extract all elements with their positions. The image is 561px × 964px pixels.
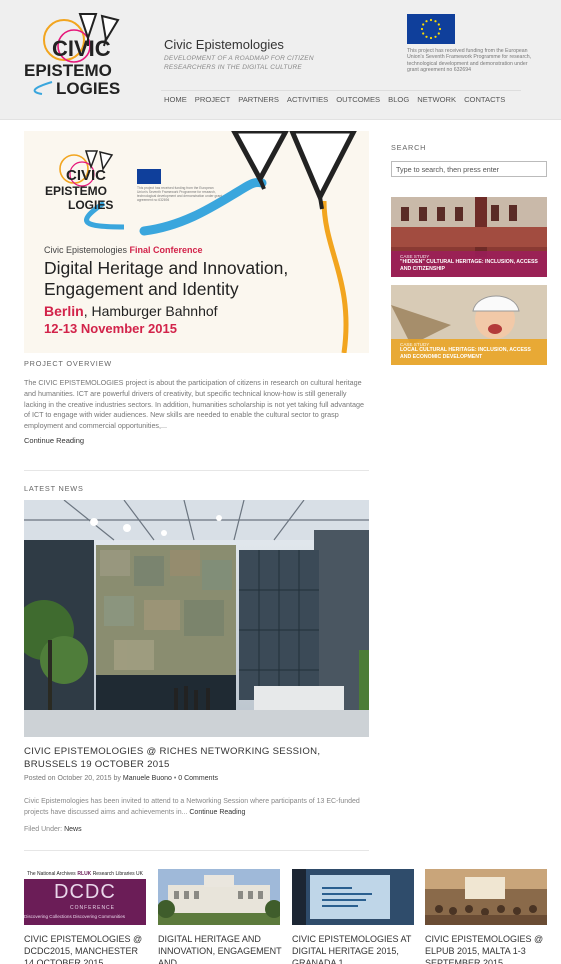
overview-heading: PROJECT OVERVIEW <box>24 359 112 368</box>
overview-continue-link[interactable]: Continue Reading <box>24 436 84 445</box>
grid-thumb-digital-heritage[interactable] <box>158 869 280 925</box>
conference-banner[interactable]: CIVIC EPISTEMO LOGIES This project has r… <box>24 131 369 353</box>
case-study-hidden-heritage[interactable]: CASE STUDY "HIDDEN" CULTURAL HERITAGE: I… <box>391 197 547 277</box>
grid-title-elpub[interactable]: CIVIC EPISTEMOLOGIES @ ELPUB 2015, MALTA… <box>425 934 549 964</box>
nav-home[interactable]: HOME <box>161 95 191 104</box>
presentation-photo <box>292 869 414 925</box>
latest-news-heading: LATEST NEWS <box>24 484 84 493</box>
svg-text:EPISTEMO: EPISTEMO <box>24 61 112 80</box>
nav-activities[interactable]: ACTIVITIES <box>283 95 332 104</box>
banner-title: Digital Heritage and Innovation, Engagem… <box>44 258 289 299</box>
site-header: CIVIC EPISTEMO LOGIES Civic Epistemologi… <box>0 0 561 120</box>
divider <box>24 470 369 471</box>
dcdc-thumb-text: DCDC <box>54 881 116 903</box>
banner-conference-label: Civic Epistemologies Final Conference <box>44 245 203 255</box>
banner-eu-flag-icon <box>137 169 161 184</box>
svg-text:CIVIC: CIVIC <box>52 36 111 61</box>
nav-blog[interactable]: BLOG <box>384 95 413 104</box>
grid-thumb-granada[interactable] <box>292 869 414 925</box>
svg-text:LOGIES: LOGIES <box>56 79 120 96</box>
grid-title-granada[interactable]: CIVIC EPISTEMOLOGIES AT DIGITAL HERITAGE… <box>292 934 416 964</box>
grid-title-dcdc[interactable]: CIVIC EPISTEMOLOGIES @ DCDC2015, MANCHES… <box>24 934 148 964</box>
banner-logo: CIVIC EPISTEMO LOGIES <box>45 150 113 211</box>
case-study-caption: CASE STUDY "HIDDEN" CULTURAL HERITAGE: I… <box>391 251 547 277</box>
news-meta: Posted on October 20, 2015 by Manuele Bu… <box>24 775 218 782</box>
banner-eu-notice: This project has received funding from t… <box>137 186 223 202</box>
case-study-caption: CASE STUDY LOCAL CULTURAL HERITAGE: INCL… <box>391 339 547 365</box>
news-photo-artwork <box>24 500 369 737</box>
grid-thumb-elpub[interactable] <box>425 869 547 925</box>
site-logo[interactable]: CIVIC EPISTEMO LOGIES <box>22 12 146 96</box>
site-tagline: DEVELOPMENT OF A ROADMAP FOR CITIZEN RES… <box>164 55 314 71</box>
news-category-link[interactable]: News <box>64 826 82 833</box>
nav-project[interactable]: PROJECT <box>191 95 234 104</box>
news-excerpt: Civic Epistemologies has been invited to… <box>24 798 360 816</box>
nav-outcomes[interactable]: OUTCOMES <box>332 95 384 104</box>
news-author-link[interactable]: Manuele Buono <box>123 775 172 782</box>
svg-text:CIVIC: CIVIC <box>66 167 106 184</box>
banner-location: Berlin, Hamburger Bahnhof <box>44 303 218 319</box>
grid-thumb-dcdc[interactable]: The National Archives RLUK Research Libr… <box>24 869 146 925</box>
conference-hall-photo <box>425 869 547 925</box>
main-nav: HOME PROJECT PARTNERS ACTIVITIES OUTCOME… <box>161 90 521 108</box>
svg-text:LOGIES: LOGIES <box>68 198 113 211</box>
overview-text: The CIVIC EPISTEMOLOGIES project is abou… <box>24 378 364 431</box>
nav-contacts[interactable]: CONTACTS <box>460 95 509 104</box>
news-comments-link[interactable]: 0 Comments <box>178 775 218 782</box>
site-title[interactable]: Civic Epistemologies <box>164 37 284 52</box>
dcdc-thumb-subtext: CONFERENCE <box>70 905 116 911</box>
divider <box>24 850 369 851</box>
search-input[interactable] <box>391 161 547 177</box>
eu-funding-notice: This project has received funding from t… <box>407 48 532 74</box>
svg-text:EPISTEMO: EPISTEMO <box>45 184 107 198</box>
case-study-local-heritage[interactable]: CASE STUDY LOCAL CULTURAL HERITAGE: INCL… <box>391 285 547 365</box>
news-filed-under: Filed Under: News <box>24 826 82 833</box>
news-title-link[interactable]: CIVIC EPISTEMOLOGIES @ RICHES NETWORKING… <box>24 746 369 771</box>
banner-dates: 12-13 November 2015 <box>44 321 177 336</box>
dcdc-thumb-header: The National Archives RLUK Research Libr… <box>24 869 146 879</box>
nav-network[interactable]: NETWORK <box>413 95 460 104</box>
news-featured-image[interactable] <box>24 500 369 737</box>
news-continue-link[interactable]: Continue Reading <box>189 809 245 816</box>
search-heading: SEARCH <box>391 143 427 152</box>
nav-partners[interactable]: PARTNERS <box>234 95 283 104</box>
dcdc-thumb-footer: Discovering Collections Discovering Comm… <box>24 914 126 919</box>
grid-title-digital-heritage[interactable]: DIGITAL HERITAGE AND INNOVATION, ENGAGEM… <box>158 934 282 964</box>
building-photo <box>158 869 280 925</box>
eu-flag-icon <box>407 14 455 44</box>
